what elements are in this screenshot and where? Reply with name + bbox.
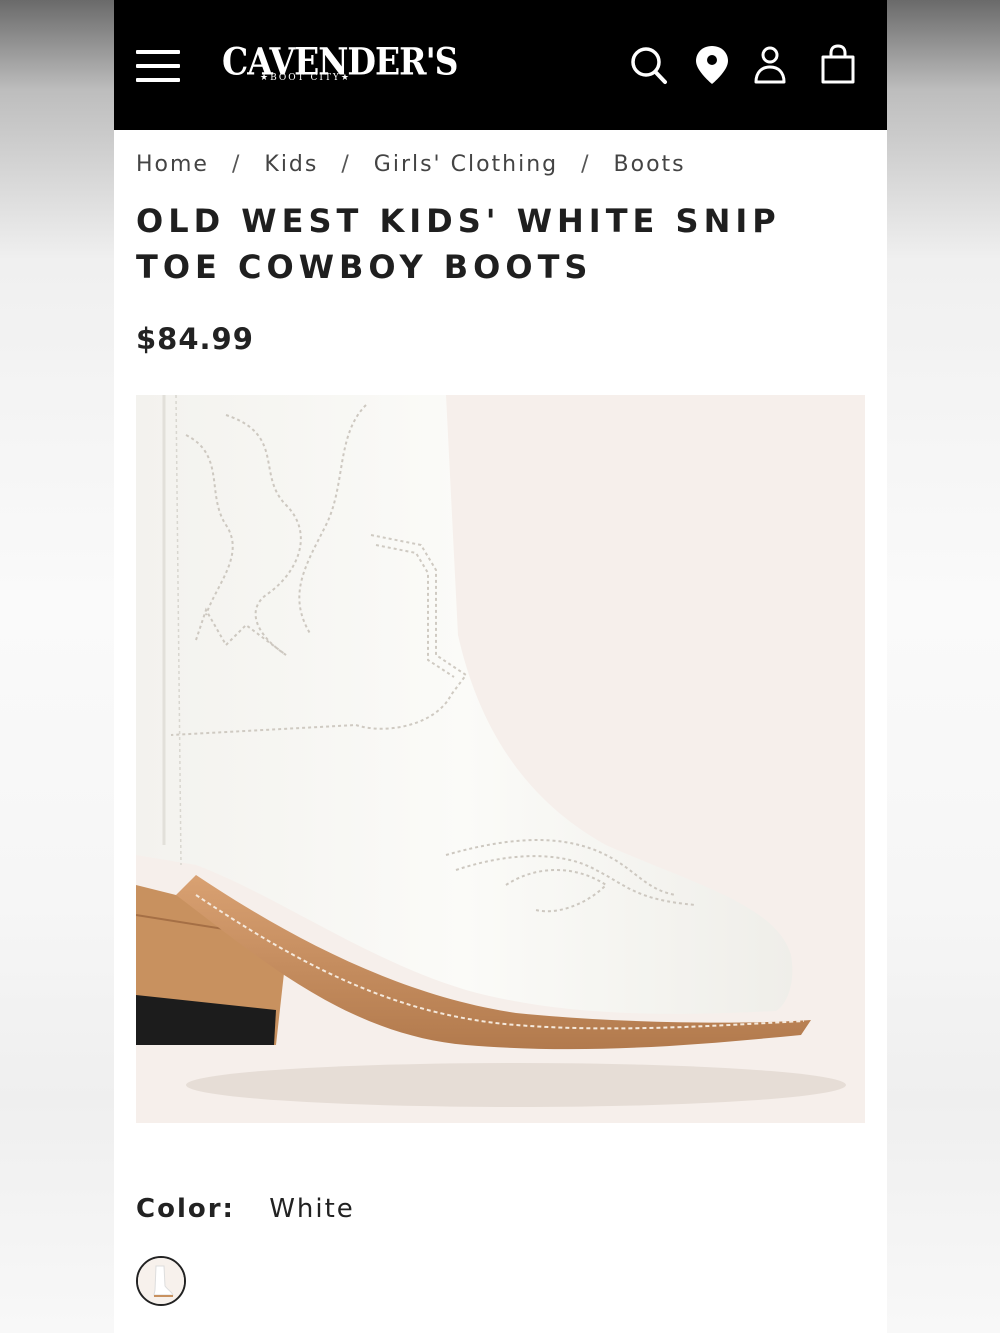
- product-price: $84.99: [136, 322, 254, 356]
- hamburger-menu-icon[interactable]: [136, 50, 180, 82]
- site-header: CAVENDER'S ★BOOT CITY★: [114, 0, 887, 130]
- location-pin-icon[interactable]: [692, 44, 732, 86]
- shopping-bag-icon[interactable]: [818, 44, 858, 86]
- account-icon[interactable]: [750, 44, 790, 86]
- breadcrumb: Home / Kids / Girls' Clothing / Boots: [136, 152, 686, 177]
- breadcrumb-separator: /: [341, 152, 351, 177]
- search-icon[interactable]: [629, 44, 669, 86]
- color-value: White: [269, 1194, 355, 1224]
- color-swatch-white[interactable]: [136, 1256, 186, 1306]
- breadcrumb-boots[interactable]: Boots: [614, 152, 686, 177]
- product-title: OLD WEST KIDS' WHITE SNIP TOE COWBOY BOO…: [136, 202, 781, 286]
- breadcrumb-home[interactable]: Home: [136, 152, 209, 177]
- boot-thumbnail-icon: [138, 1258, 184, 1304]
- breadcrumb-separator: /: [581, 152, 591, 177]
- breadcrumb-girls-clothing[interactable]: Girls' Clothing: [374, 152, 558, 177]
- brand-subtitle: ★BOOT CITY★: [260, 73, 351, 83]
- product-image[interactable]: [136, 395, 865, 1123]
- color-label: Color:: [136, 1194, 235, 1224]
- color-selection: Color: White: [136, 1194, 355, 1224]
- brand-logo[interactable]: CAVENDER'S ★BOOT CITY★: [222, 40, 459, 94]
- breadcrumb-separator: /: [231, 152, 242, 177]
- product-page: CAVENDER'S ★BOOT CITY★ Home / Kids / Gir…: [114, 0, 887, 1333]
- breadcrumb-kids[interactable]: Kids: [264, 152, 318, 177]
